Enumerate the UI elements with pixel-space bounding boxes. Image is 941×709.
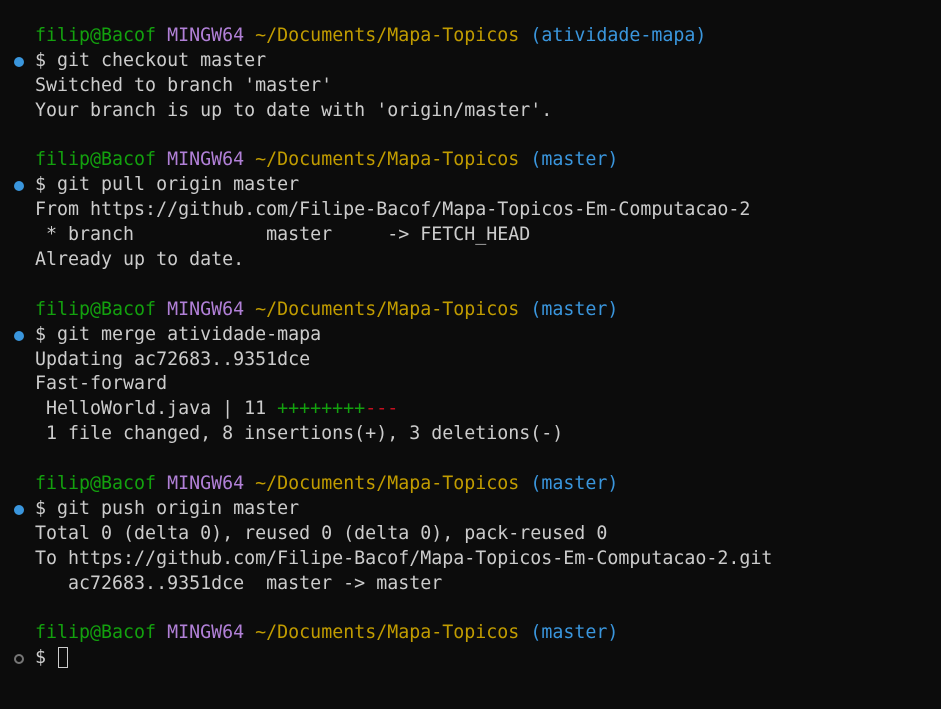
prompt-path: ~/Documents/Mapa-Topicos xyxy=(255,298,520,320)
prompt-path: ~/Documents/Mapa-Topicos xyxy=(255,149,520,171)
prompt-shell: MINGW64 xyxy=(167,149,245,171)
output-line: To https://github.com/Filipe-Bacof/Mapa-… xyxy=(35,547,773,569)
output-line: ac72683..9351dce master -> master xyxy=(35,572,443,594)
prompt-user-host: filip@Bacof xyxy=(35,25,157,46)
diffstat-file: HelloWorld.java | 11 xyxy=(35,398,278,420)
prompt-branch: (master) xyxy=(530,149,619,171)
command-input-line[interactable]: $ xyxy=(0,646,941,671)
diffstat-line: HelloWorld.java | 11 ++++++++--- xyxy=(0,397,941,422)
filled-circle-icon[interactable] xyxy=(14,330,24,341)
command-text: $ git merge atividade-mapa xyxy=(35,323,322,345)
prompt-line: filip@Bacof MINGW64 ~/Documents/Mapa-Top… xyxy=(0,472,941,497)
command-text: $ git pull origin master xyxy=(35,174,300,196)
prompt-line: filip@Bacof MINGW64 ~/Documents/Mapa-Top… xyxy=(0,148,941,173)
output-line: Already up to date. xyxy=(35,249,245,271)
output-line: Total 0 (delta 0), reused 0 (delta 0), p… xyxy=(35,522,608,544)
prompt-shell: MINGW64 xyxy=(167,25,245,46)
output-line: From https://github.com/Filipe-Bacof/Map… xyxy=(35,199,751,221)
text-cursor[interactable] xyxy=(58,647,69,669)
output-line: Updating ac72683..9351dce xyxy=(35,348,311,370)
prompt-branch: (master) xyxy=(530,473,619,495)
prompt-path: ~/Documents/Mapa-Topicos xyxy=(255,473,520,495)
prompt-line: filip@Bacof MINGW64 ~/Documents/Mapa-Top… xyxy=(0,298,941,323)
command-line: $ git merge atividade-mapa xyxy=(0,323,941,348)
prompt-user-host: filip@Bacof xyxy=(35,473,157,495)
prompt-path: ~/Documents/Mapa-Topicos xyxy=(255,622,520,644)
prompt-shell: MINGW64 xyxy=(167,622,245,644)
diffstat-minus: --- xyxy=(365,398,399,420)
prompt-path: ~/Documents/Mapa-Topicos xyxy=(255,25,520,46)
output-line: Switched to branch 'master' xyxy=(35,74,333,96)
diffstat-plus: ++++++++ xyxy=(277,398,366,420)
prompt-branch: (atividade-mapa) xyxy=(530,25,707,46)
command-text: $ git push origin master xyxy=(35,497,300,519)
prompt-shell: MINGW64 xyxy=(167,298,245,320)
prompt-branch: (master) xyxy=(530,622,619,644)
prompt-line: filip@Bacof MINGW64 ~/Documents/Mapa-Top… xyxy=(0,621,941,646)
command-line: $ git push origin master xyxy=(0,497,941,522)
output-line: Your branch is up to date with 'origin/m… xyxy=(35,99,553,121)
prompt-line: filip@Bacof MINGW64 ~/Documents/Mapa-Top… xyxy=(0,24,941,49)
command-line: $ git checkout master xyxy=(0,49,941,74)
filled-circle-icon[interactable] xyxy=(14,181,24,192)
prompt-user-host: filip@Bacof xyxy=(35,298,157,320)
prompt-user-host: filip@Bacof xyxy=(35,149,157,171)
hollow-circle-icon[interactable] xyxy=(14,654,24,665)
prompt-user-host: filip@Bacof xyxy=(35,622,157,644)
diffstat-summary: 1 file changed, 8 insertions(+), 3 delet… xyxy=(35,423,564,445)
prompt-shell: MINGW64 xyxy=(167,473,245,495)
output-line: Fast-forward xyxy=(35,373,168,395)
filled-circle-icon[interactable] xyxy=(14,56,24,67)
terminal-window[interactable]: filip@Bacof MINGW64 ~/Documents/Mapa-Top… xyxy=(0,0,941,709)
command-line: $ git pull origin master xyxy=(0,173,941,198)
prompt-branch: (master) xyxy=(530,298,619,320)
output-line: * branch master -> FETCH_HEAD xyxy=(35,224,531,246)
command-prompt-symbol: $ xyxy=(35,647,58,669)
command-text: $ git checkout master xyxy=(35,49,267,71)
filled-circle-icon[interactable] xyxy=(14,504,24,515)
